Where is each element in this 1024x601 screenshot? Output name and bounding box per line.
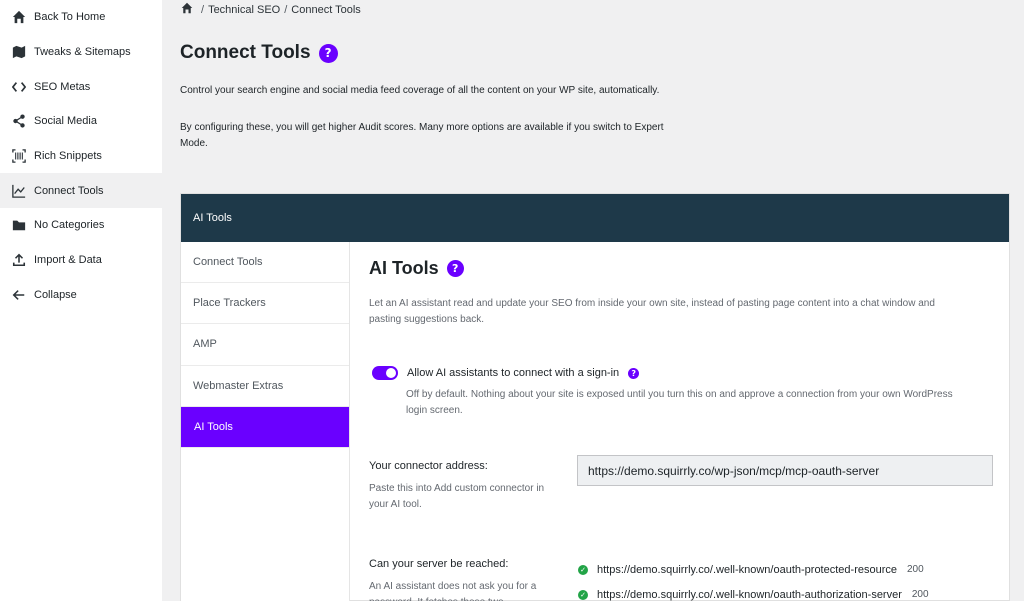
sidebar-item-rich-snippets[interactable]: Rich Snippets	[0, 139, 162, 174]
breadcrumb-separator: /	[201, 3, 205, 16]
tab-connect-tools[interactable]: Connect Tools	[181, 242, 349, 284]
arrow-left-icon	[11, 287, 27, 303]
page-description: Control your search engine and social me…	[180, 85, 660, 96]
section-title-text: AI Tools	[369, 258, 439, 278]
list-item: ✓ https://demo.squirrly.co/.well-known/o…	[578, 582, 929, 601]
home-icon	[11, 9, 27, 25]
connector-address-label: Your connector address:	[369, 460, 488, 472]
tab-amp[interactable]: AMP	[181, 324, 349, 366]
sidebar-item-back-to-home[interactable]: Back To Home	[0, 0, 162, 35]
list-item: ✓ https://demo.squirrly.co/.well-known/o…	[578, 557, 929, 582]
ai-signin-toggle-row: Allow AI assistants to connect with a si…	[372, 366, 640, 380]
page-description-secondary: By configuring these, you will get highe…	[180, 122, 664, 149]
toggle-note: Off by default. Nothing about your site …	[406, 389, 953, 416]
check-circle-icon: ✓	[578, 564, 588, 575]
code-icon	[11, 79, 27, 95]
sidebar-item-seo-metas[interactable]: SEO Metas	[0, 69, 162, 104]
tab-webmaster-extras[interactable]: Webmaster Extras	[181, 366, 349, 407]
sidebar-item-label: Social Media	[34, 115, 97, 128]
page-title: Connect Tools ?	[180, 42, 338, 64]
upload-icon	[11, 252, 27, 268]
sidebar-item-label: Back To Home	[34, 11, 106, 24]
sidebar-item-label: Collapse	[34, 288, 77, 301]
sidebar-item-tweaks-sitemaps[interactable]: Tweaks & Sitemaps	[0, 35, 162, 70]
panel-header: AI Tools	[181, 194, 1009, 242]
help-icon[interactable]: ?	[446, 260, 464, 277]
sidebar-item-label: SEO Metas	[34, 80, 91, 93]
admin-sidebar: Back To Home Tweaks & Sitemaps SEO Metas…	[0, 0, 162, 601]
section-title: AI Tools ?	[369, 258, 464, 279]
sidebar-item-label: Import & Data	[34, 254, 102, 267]
connector-address-help: Paste this into Add custom connector in …	[369, 483, 545, 510]
breadcrumb-item-technical-seo[interactable]: Technical SEO	[208, 4, 280, 16]
help-icon[interactable]: ?	[318, 43, 338, 63]
status-code: 200	[911, 589, 929, 600]
sidebar-item-label: Connect Tools	[34, 184, 104, 197]
check-circle-icon: ✓	[578, 589, 588, 600]
tab-place-trackers[interactable]: Place Trackers	[181, 283, 349, 325]
sidebar-item-connect-tools[interactable]: Connect Tools	[0, 173, 162, 209]
sidebar-item-social-media[interactable]: Social Media	[0, 104, 162, 139]
settings-panel: AI Tools Connect Tools Place Trackers AM…	[180, 193, 1010, 601]
home-icon[interactable]	[181, 2, 197, 17]
breadcrumb-item-connect-tools: Connect Tools	[291, 3, 361, 16]
barcode-icon	[11, 148, 27, 164]
server-reach-label: Can your server be reached:	[369, 558, 509, 570]
chart-line-icon	[11, 183, 27, 199]
breadcrumb-separator: /	[284, 3, 288, 16]
endpoint-url: https://demo.squirrly.co/.well-known/oau…	[597, 588, 902, 601]
server-reach-help: An AI assistant does not ask you for a p…	[369, 581, 537, 601]
sidebar-item-label: Tweaks & Sitemaps	[34, 46, 131, 59]
page-title-text: Connect Tools	[180, 42, 311, 63]
sidebar-item-no-categories[interactable]: No Categories	[0, 208, 162, 243]
panel-tabs: Connect Tools Place Trackers AMP Webmast…	[181, 242, 350, 601]
share-icon	[11, 113, 27, 129]
section-description: Let an AI assistant read and update your…	[369, 298, 935, 325]
sidebar-item-label: No Categories	[34, 219, 105, 232]
sidebar-item-import-data[interactable]: Import & Data	[0, 243, 162, 278]
tab-ai-tools[interactable]: AI Tools	[181, 406, 349, 448]
connector-address-field[interactable]: https://demo.squirrly.co/wp-json/mcp/mcp…	[577, 455, 993, 486]
sidebar-item-collapse[interactable]: Collapse	[0, 278, 162, 313]
toggle-label: Allow AI assistants to connect with a si…	[407, 367, 620, 379]
endpoint-check-list: ✓ https://demo.squirrly.co/.well-known/o…	[578, 557, 929, 601]
breadcrumb: / Technical SEO / Connect Tools	[181, 2, 361, 17]
folder-icon	[11, 217, 27, 233]
endpoint-url: https://demo.squirrly.co/.well-known/oau…	[597, 563, 897, 576]
map-icon	[11, 44, 27, 60]
ai-signin-toggle[interactable]	[372, 366, 398, 380]
sidebar-item-label: Rich Snippets	[34, 150, 102, 163]
status-code: 200	[907, 564, 924, 575]
help-icon[interactable]: ?	[628, 367, 640, 379]
